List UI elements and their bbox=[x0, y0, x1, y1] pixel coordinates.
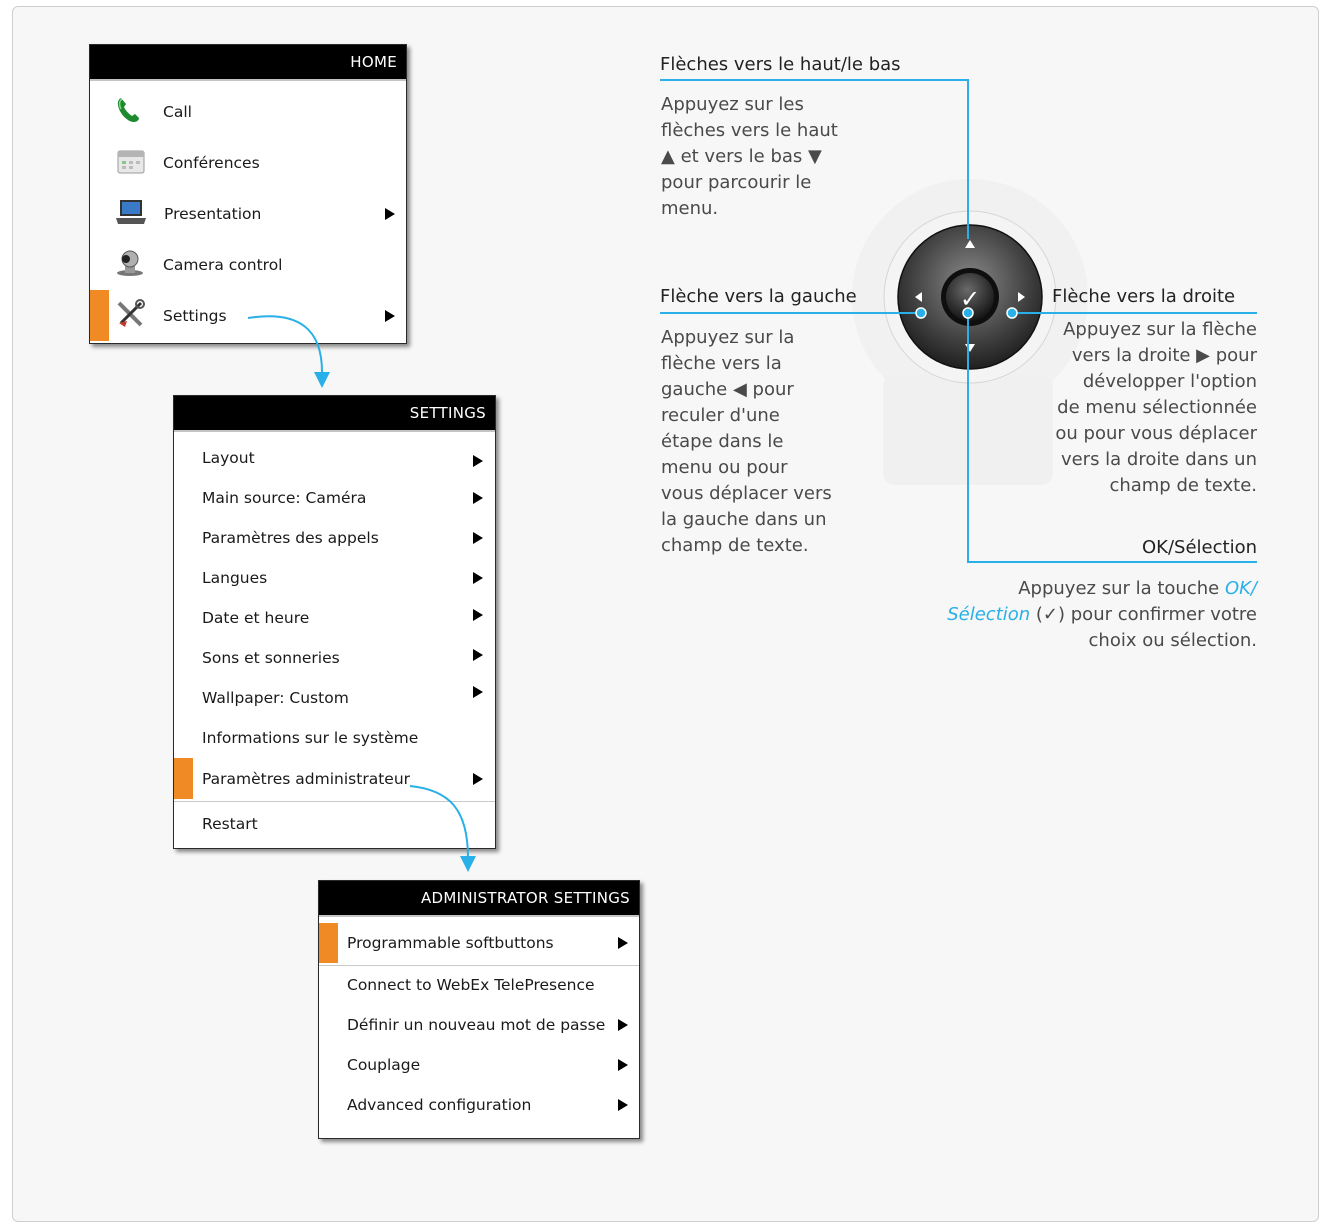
callout-title-right: Flèche vers la droite bbox=[1052, 286, 1236, 307]
callout-text-left: Appuyez sur la flèche vers la gauche ◀ p… bbox=[661, 327, 832, 556]
callout-title-left: Flèche vers la gauche bbox=[660, 286, 857, 307]
callout-title-ok: OK/Sélection bbox=[1142, 537, 1257, 558]
callout-text-right: Appuyez sur la flèche vers la droite ▶ p… bbox=[1055, 319, 1257, 496]
callout-text-ok: Appuyez sur la touche OK/ Sélection (✓) … bbox=[947, 578, 1257, 651]
callout-title-up-down: Flèches vers le haut/le bas bbox=[660, 54, 901, 75]
callout-text-up-down: Appuyez sur les flèches vers le haut ▲ e… bbox=[661, 94, 838, 219]
